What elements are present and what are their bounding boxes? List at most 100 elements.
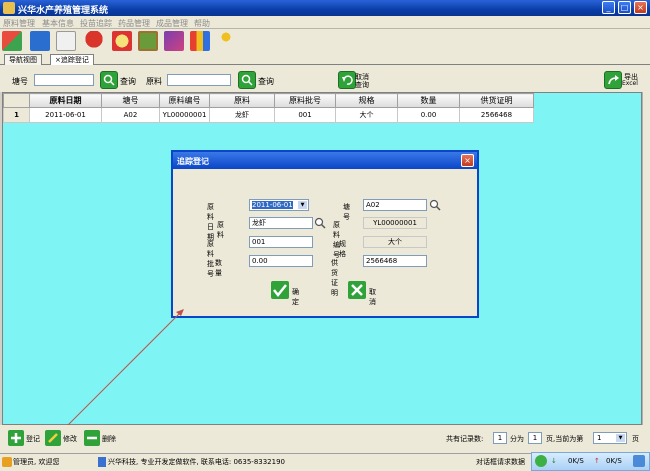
dialog-pond-label: 塘号 <box>343 203 350 221</box>
dialog-material-input[interactable]: 龙虾 <box>249 217 313 229</box>
table-header: 原料日期 塘号 原料编号 原料 原料批号 规格 数量 供货证明 <box>3 93 534 108</box>
undo-icon <box>342 75 353 85</box>
vertical-scrollbar[interactable] <box>642 92 650 425</box>
menu-item-help[interactable]: 帮助 <box>194 18 210 29</box>
chevron-down-icon[interactable]: ▼ <box>616 434 625 442</box>
cell-qty[interactable]: 0.00 <box>397 107 460 123</box>
network-tray: ↓ 0K/S ↑ 0K/S <box>531 452 650 471</box>
dialog-qty-input[interactable]: 0.00 <box>249 255 313 267</box>
chevron-down-icon[interactable]: ▼ <box>298 201 307 209</box>
query-label-1: 查询 <box>120 77 136 86</box>
dialog-ok-button[interactable] <box>271 281 289 299</box>
desktop-icon[interactable] <box>30 31 50 51</box>
search-icon <box>103 74 115 86</box>
menu-bar: 原料管理 基本信息 投苗追踪 药品管理 成品管理 帮助 <box>0 16 650 29</box>
delete-label[interactable]: 删除 <box>102 434 116 444</box>
edit-label[interactable]: 修改 <box>63 434 77 444</box>
users-icon[interactable] <box>2 31 22 51</box>
current-page-select[interactable]: 1 ▼ <box>593 432 627 444</box>
minimize-button[interactable]: _ <box>602 1 615 14</box>
dialog-cancel-button[interactable] <box>348 281 366 299</box>
dialog-cancel-label[interactable]: 取消 <box>369 287 376 307</box>
row-number: 1 <box>3 107 30 123</box>
col-header-qty[interactable]: 数量 <box>397 93 460 108</box>
edit-doc-icon[interactable] <box>56 31 76 51</box>
cancel-query-label-2: 查询 <box>355 81 369 89</box>
current-page-label: 页,当前为第 <box>546 435 584 443</box>
dialog-date-value: 2011-06-01 <box>252 201 293 209</box>
material-search-input[interactable] <box>167 74 231 86</box>
material-lookup-icon[interactable] <box>313 217 327 229</box>
menu-item-materials[interactable]: 原料管理 <box>3 18 35 29</box>
query-button-2[interactable] <box>238 71 256 89</box>
dialog-qty-label: 数量 <box>215 259 222 277</box>
close-button[interactable]: × <box>634 1 647 14</box>
tab-navigation[interactable]: 导航视图 <box>4 54 42 65</box>
page-suffix: 页 <box>632 435 639 443</box>
menu-item-stocking[interactable]: 投苗追踪 <box>80 18 112 29</box>
tab-tracking-label: 追踪登记 <box>60 56 89 64</box>
menu-item-products[interactable]: 成品管理 <box>156 18 188 29</box>
network-monitor-icon[interactable] <box>535 455 547 467</box>
cell-material[interactable]: 龙虾 <box>209 107 275 123</box>
col-header-batch[interactable]: 原料批号 <box>274 93 336 108</box>
cell-batch[interactable]: 001 <box>274 107 336 123</box>
download-arrow-icon: ↓ <box>551 457 557 465</box>
pond-search-input[interactable] <box>34 74 94 86</box>
export-excel-button[interactable] <box>604 71 622 89</box>
cross-icon <box>351 284 363 296</box>
edit-button[interactable] <box>45 430 61 446</box>
tab-strip: 导航视图 ×追踪登记 <box>0 54 650 65</box>
cell-spec[interactable]: 大个 <box>335 107 398 123</box>
menu-item-basic-info[interactable]: 基本信息 <box>42 18 74 29</box>
col-header-pond[interactable]: 塘号 <box>101 93 160 108</box>
dialog-titlebar: 追踪登记 × <box>173 152 477 169</box>
cell-pond[interactable]: A02 <box>101 107 160 123</box>
menu-item-medicine[interactable]: 药品管理 <box>118 18 150 29</box>
bottom-action-bar: 登记 修改 删除 共有记录数: 1 分为 1 页,当前为第 1 ▼ 页 <box>0 425 650 453</box>
book-icon[interactable] <box>164 31 184 51</box>
dialog-spec-value: 大个 <box>363 236 427 248</box>
status-company: 兴华科技, 专业开发定做软件, 联系电话: 0635-8332190 <box>108 458 285 466</box>
umbrella-icon[interactable] <box>84 31 104 51</box>
app-icon <box>3 2 15 14</box>
dialog-close-button[interactable]: × <box>461 154 474 167</box>
picture-icon[interactable] <box>138 31 158 51</box>
cancel-query-button[interactable] <box>338 71 356 89</box>
col-header-material[interactable]: 原料 <box>209 93 275 108</box>
dialog-batch-label: 原料批号 <box>207 240 214 278</box>
register-label[interactable]: 登记 <box>26 434 40 444</box>
register-button[interactable] <box>8 430 24 446</box>
exit-person-icon[interactable] <box>216 31 236 51</box>
table-row[interactable]: 1 2011-06-01 A02 YL00000001 龙虾 001 大个 0.… <box>3 107 534 123</box>
tab-tracking[interactable]: ×追踪登记 <box>50 54 94 65</box>
query-button-1[interactable] <box>100 71 118 89</box>
cell-material-code[interactable]: YL00000001 <box>159 107 210 123</box>
pond-lookup-icon[interactable] <box>428 199 442 211</box>
total-records-value: 1 <box>493 432 507 444</box>
maximize-button[interactable]: □ <box>618 1 631 14</box>
col-header-spec[interactable]: 规格 <box>335 93 398 108</box>
dialog-date-picker[interactable]: 2011-06-01 ▼ <box>249 199 309 211</box>
search-icon <box>241 74 253 86</box>
col-header-cert[interactable]: 供货证明 <box>459 93 534 108</box>
alarm-clock-icon[interactable] <box>112 31 132 51</box>
query-label-2: 查询 <box>258 77 274 86</box>
split-label: 分为 <box>510 435 524 443</box>
row-number-header <box>3 93 30 108</box>
dialog-title: 追踪登记 <box>177 157 209 166</box>
delete-button[interactable] <box>84 430 100 446</box>
dialog-material-label: 原料 <box>217 221 224 239</box>
gift-icon[interactable] <box>190 31 210 51</box>
col-header-material-code[interactable]: 原料编号 <box>159 93 210 108</box>
dialog-cert-input[interactable]: 2566468 <box>363 255 427 267</box>
tray-settings-icon[interactable] <box>633 455 645 467</box>
cell-date[interactable]: 2011-06-01 <box>29 107 102 123</box>
dialog-spec-label: 规格 <box>339 240 346 258</box>
dialog-batch-input[interactable]: 001 <box>249 236 313 248</box>
toolbar <box>0 29 650 54</box>
dialog-pond-input[interactable]: A02 <box>363 199 427 211</box>
cell-cert[interactable]: 2566468 <box>459 107 534 123</box>
dialog-ok-label[interactable]: 确定 <box>292 287 299 307</box>
col-header-date[interactable]: 原料日期 <box>29 93 102 108</box>
